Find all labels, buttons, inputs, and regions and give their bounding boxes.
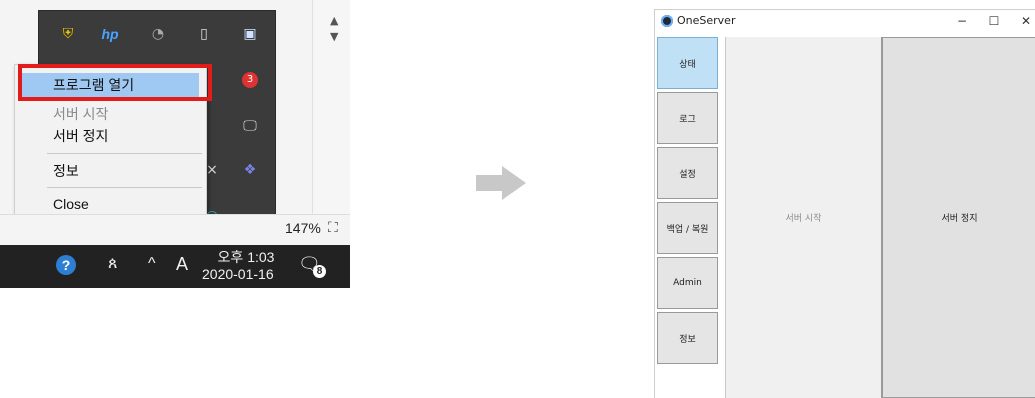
menu-separator [47,153,202,154]
menu-item-close[interactable]: Close [53,193,89,215]
menu-item-start-server[interactable]: 서버 시작 [53,103,108,125]
close-button[interactable]: ✕ [1018,14,1034,28]
teams-icon[interactable]: ❖ [239,159,261,181]
display-icon[interactable]: 🖵 [239,115,261,137]
status-panel: 서버 시작 서버 정지 [725,37,1035,398]
chevron-up-icon[interactable]: ^ [148,255,156,273]
stop-server-button[interactable]: 서버 정지 [882,37,1035,398]
nav-log[interactable]: 로그 [657,92,718,144]
ime-indicator[interactable]: A [176,254,188,275]
nav-backup-restore[interactable]: 백업 / 복원 [657,202,718,254]
minimize-button[interactable]: − [954,14,970,28]
flow-arrow-icon [476,166,526,200]
menu-item-info[interactable]: 정보 [53,160,79,182]
taskbar: ? ጰ ^ A 오후 1:03 2020-01-16 🗨 8 [0,245,350,288]
people-icon[interactable]: ጰ [108,255,118,273]
window-title: OneServer [677,14,736,27]
title-bar[interactable]: OneServer − ☐ ✕ [655,10,1035,36]
gauge-icon[interactable]: ◔ [147,23,169,45]
help-icon[interactable]: ? [56,255,76,275]
usb-drive-icon[interactable]: ▯ [193,23,215,45]
clock-date[interactable]: 2020-01-16 [202,266,274,282]
storage-icon[interactable]: ▣ [239,23,261,45]
nav-info[interactable]: 정보 [657,312,718,364]
shield-icon[interactable]: ⛨ [57,23,79,45]
menu-separator [47,187,202,188]
oneserver-window: OneServer − ☐ ✕ 상태 로그 설정 백업 / 복원 Admin 정… [654,9,1035,398]
hp-icon[interactable]: hp [99,23,121,45]
nav-admin[interactable]: Admin [657,257,718,309]
start-server-button[interactable]: 서버 시작 [726,37,882,398]
fit-screen-icon[interactable]: ⛶ [328,220,338,236]
app-icon [661,15,673,27]
nav-status[interactable]: 상태 [657,37,718,89]
scroll-down-icon[interactable]: ▼ [330,30,338,43]
zoom-level: 147% [285,220,321,236]
scroll-up-icon[interactable]: ▲ [330,14,338,27]
highlight-annotation [18,64,212,101]
notification-count-badge: 8 [313,265,326,278]
menu-item-stop-server[interactable]: 서버 정지 [53,125,108,147]
tray-screenshot: ▲ ▼ ⛨ hp ◔ ▯ ▣ 3 🖵 ❖ × ◎ ▲ ● 프로그램 열기 서버 … [0,0,350,288]
nav-settings[interactable]: 설정 [657,147,718,199]
maximize-button[interactable]: ☐ [986,14,1002,28]
update-icon[interactable]: 3 [239,69,261,91]
clock-time[interactable]: 오후 1:03 [208,247,284,267]
